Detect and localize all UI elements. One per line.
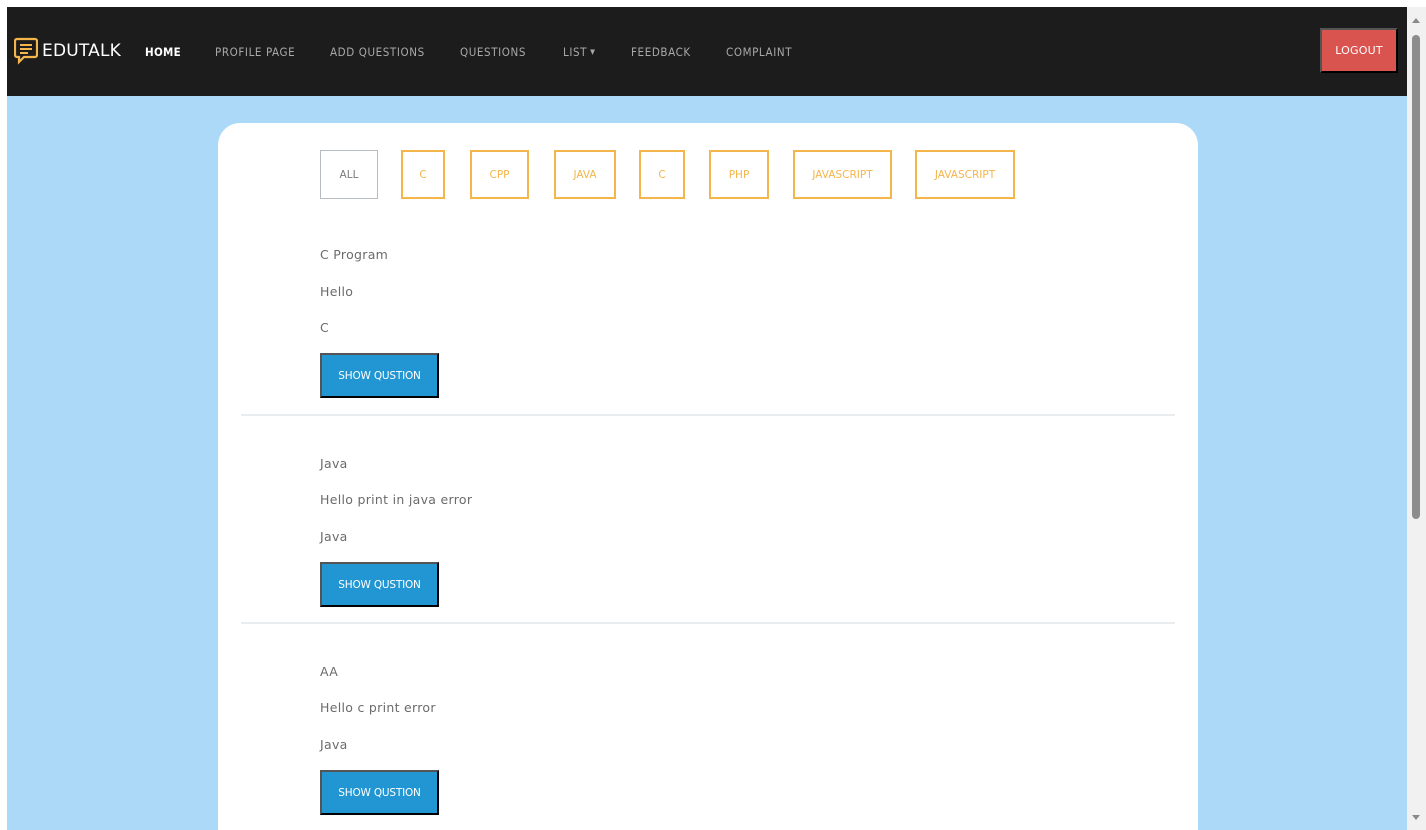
question-language: Java xyxy=(320,737,348,752)
scroll-down-arrow-icon[interactable] xyxy=(1412,815,1420,820)
logout-button[interactable]: LOGOUT xyxy=(1320,28,1398,73)
question-language: C xyxy=(320,320,330,335)
nav-list-label: LIST xyxy=(563,45,588,59)
show-question-button[interactable]: SHOW QUSTION xyxy=(320,770,439,815)
questions-card: ALL C CPP JAVA C PHP JAVASCRIPT JAVASCRI… xyxy=(218,123,1198,830)
show-question-button[interactable]: SHOW QUSTION xyxy=(320,353,439,398)
filter-c-button-2[interactable]: C xyxy=(639,150,685,199)
nav-questions[interactable]: QUESTIONS xyxy=(460,45,526,59)
nav-add-questions[interactable]: ADD QUESTIONS xyxy=(330,45,425,59)
nav-feedback[interactable]: FEEDBACK xyxy=(631,45,691,59)
show-question-button[interactable]: SHOW QUSTION xyxy=(320,562,439,607)
chat-bubble-icon xyxy=(14,37,38,65)
question-body: Hello print in java error xyxy=(320,492,473,507)
filter-javascript-button-2[interactable]: JAVASCRIPT xyxy=(915,150,1015,199)
question-body: Hello xyxy=(320,284,354,299)
chevron-down-icon: ▼ xyxy=(590,48,596,56)
nav-complaint[interactable]: COMPLAINT xyxy=(726,45,792,59)
filter-javascript-button[interactable]: JAVASCRIPT xyxy=(793,150,892,199)
filter-java-button[interactable]: JAVA xyxy=(554,150,616,199)
scrollbar-thumb[interactable] xyxy=(1412,35,1420,519)
page-viewport: EDUTALK HOME PROFILE PAGE ADD QUESTIONS … xyxy=(7,7,1407,830)
nav-profile-page[interactable]: PROFILE PAGE xyxy=(215,45,295,59)
vertical-scrollbar[interactable] xyxy=(1407,7,1426,830)
divider xyxy=(241,414,1175,416)
filter-c-button[interactable]: C xyxy=(401,150,445,199)
nav-home[interactable]: HOME xyxy=(145,45,181,59)
top-navbar: EDUTALK HOME PROFILE PAGE ADD QUESTIONS … xyxy=(7,7,1407,96)
filter-cpp-button[interactable]: CPP xyxy=(470,150,529,199)
brand-name: EDUTALK xyxy=(42,41,121,61)
brand-logo[interactable]: EDUTALK xyxy=(14,37,121,65)
filter-php-button[interactable]: PHP xyxy=(709,150,769,199)
scroll-up-arrow-icon[interactable] xyxy=(1412,18,1420,23)
question-title: AA xyxy=(320,664,339,679)
question-body: Hello c print error xyxy=(320,700,436,715)
question-language: Java xyxy=(320,529,348,544)
question-title: C Program xyxy=(320,247,389,262)
nav-list-dropdown[interactable]: LIST ▼ xyxy=(563,45,596,59)
divider xyxy=(241,622,1175,624)
question-title: Java xyxy=(320,456,348,471)
filter-all-button[interactable]: ALL xyxy=(320,150,378,199)
